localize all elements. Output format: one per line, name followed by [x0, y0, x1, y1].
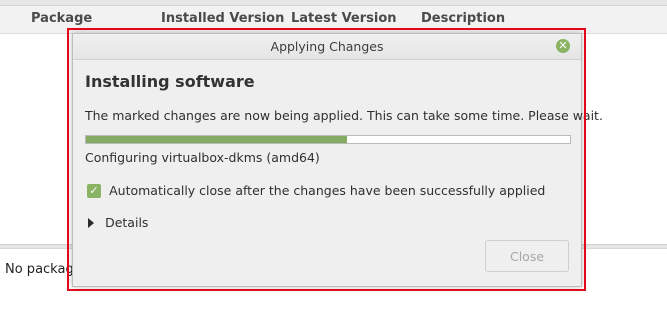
- close-button[interactable]: Close: [485, 240, 569, 272]
- package-list-header: Package Installed Version Latest Version…: [0, 6, 667, 34]
- auto-close-checkbox[interactable]: ✓: [87, 183, 101, 198]
- screen: Package Installed Version Latest Version…: [0, 0, 667, 318]
- applying-changes-dialog: Applying Changes ✕ Installing software T…: [72, 33, 603, 287]
- column-header-latest-version[interactable]: Latest Version: [291, 11, 397, 26]
- column-header-installed-version[interactable]: Installed Version: [161, 11, 284, 26]
- progress-bar: [85, 135, 571, 144]
- auto-close-label[interactable]: Automatically close after the changes ha…: [109, 183, 545, 198]
- column-header-description[interactable]: Description: [421, 11, 505, 26]
- details-expander-label[interactable]: Details: [105, 215, 148, 230]
- dialog-heading: Installing software: [85, 72, 255, 91]
- dialog-message: The marked changes are now being applied…: [85, 108, 603, 123]
- dialog-titlebar[interactable]: Applying Changes ✕: [73, 34, 581, 60]
- close-icon[interactable]: ✕: [556, 39, 570, 53]
- dialog-title: Applying Changes: [270, 39, 384, 54]
- details-expander[interactable]: Details: [88, 212, 148, 230]
- expander-arrow-icon[interactable]: [88, 217, 94, 228]
- auto-close-option[interactable]: ✓ Automatically close after the changes …: [87, 180, 545, 198]
- column-header-package[interactable]: Package: [31, 11, 92, 26]
- progress-bar-fill: [86, 136, 348, 143]
- progress-status: Configuring virtualbox-dkms (amd64): [85, 150, 320, 165]
